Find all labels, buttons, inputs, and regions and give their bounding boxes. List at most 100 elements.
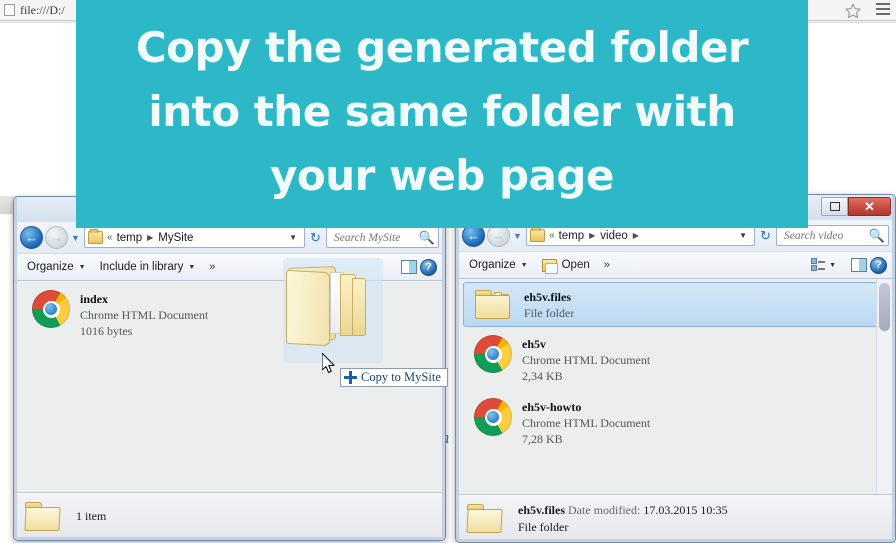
chevron-down-icon[interactable]: ▼: [284, 233, 302, 242]
help-icon[interactable]: ?: [420, 258, 437, 276]
restore-button[interactable]: [821, 197, 848, 216]
refresh-button-right[interactable]: ↻: [755, 228, 776, 244]
restore-icon: [829, 202, 840, 211]
preview-pane-icon[interactable]: [851, 258, 867, 272]
file-size: 1016 bytes: [80, 324, 133, 338]
open-button[interactable]: Open: [535, 257, 597, 274]
include-label: Include in library: [99, 261, 184, 273]
back-arrow-icon: ←: [467, 228, 480, 243]
back-button-left[interactable]: ←: [20, 226, 43, 249]
chrome-document-icon: [32, 290, 70, 328]
folder-icon: [24, 500, 64, 533]
vertical-scrollbar-right[interactable]: [876, 280, 892, 494]
status-date-label: Date modified:: [568, 502, 641, 517]
chevron-down-icon: ▼: [520, 261, 528, 269]
file-type: Chrome HTML Document: [522, 353, 651, 367]
organize-label: Organize: [469, 259, 516, 271]
file-type: Chrome HTML Document: [522, 416, 651, 430]
forward-arrow-icon: →: [50, 230, 63, 245]
search-input-left[interactable]: [334, 231, 419, 244]
back-arrow-icon: ←: [25, 230, 38, 245]
refresh-button-left[interactable]: ↻: [305, 230, 326, 246]
toolbar-right: Organize ▼ Open » ▼ ?: [456, 251, 895, 279]
status-file-type: File folder: [518, 519, 569, 534]
chrome-document-icon: [474, 398, 512, 436]
breadcrumb-bar-left[interactable]: « temp ▶ MySite ▼: [84, 227, 305, 248]
close-button[interactable]: ✕: [848, 197, 891, 216]
breadcrumb-item-temp[interactable]: temp: [559, 230, 585, 242]
chrome-document-icon: [474, 335, 512, 373]
toolbar-overflow-right[interactable]: »: [597, 257, 617, 273]
chevron-down-icon: ▼: [188, 263, 196, 271]
file-type: Chrome HTML Document: [80, 308, 209, 322]
explorer-window-video[interactable]: ✕ ← → ▼ « temp ▶ video ▶ ▼ ↻ 🔍 Organize: [455, 194, 896, 543]
dragged-folder-ghost[interactable]: [283, 258, 383, 363]
copy-to-tooltip: Copy to MySite: [340, 368, 448, 387]
file-type: File folder: [524, 306, 575, 320]
search-input-right[interactable]: [784, 229, 869, 242]
plus-icon: [344, 371, 357, 384]
folder-stack-icon: [474, 288, 514, 321]
breadcrumb-overflow-chevrons[interactable]: «: [549, 230, 555, 241]
chevron-down-icon[interactable]: ▼: [829, 262, 836, 269]
list-item[interactable]: eh5v-howto Chrome HTML Document 7,28 KB: [463, 392, 888, 453]
help-icon[interactable]: ?: [870, 256, 887, 274]
chevron-down-icon[interactable]: ▼: [734, 231, 752, 240]
bookmark-star-icon[interactable]: [844, 2, 862, 19]
search-icon[interactable]: 🔍: [419, 230, 435, 246]
mouse-pointer-icon: [321, 352, 336, 374]
view-mode-icon[interactable]: [811, 258, 826, 272]
open-folder-icon: [541, 258, 558, 274]
status-bar-left: 1 item: [14, 492, 445, 540]
list-item[interactable]: eh5v Chrome HTML Document 2,34 KB: [463, 329, 888, 390]
status-bar-right: eh5v.files Date modified: 17.03.2015 10:…: [456, 494, 895, 542]
organize-button-right[interactable]: Organize ▼: [462, 257, 535, 273]
history-dropdown-right[interactable]: ▼: [511, 231, 524, 241]
search-box-right[interactable]: 🔍: [776, 225, 889, 246]
hamburger-menu-icon[interactable]: [876, 3, 890, 17]
organize-button-left[interactable]: Organize ▼: [20, 259, 93, 275]
toolbar-overflow-left[interactable]: »: [202, 259, 222, 275]
dragged-folder-icon: [286, 261, 380, 355]
include-in-library-button[interactable]: Include in library ▼: [93, 259, 203, 275]
breadcrumb-item-video[interactable]: video: [600, 230, 628, 242]
folder-icon: [530, 227, 545, 242]
open-label: Open: [561, 259, 590, 271]
breadcrumb-item-mysite[interactable]: MySite: [158, 232, 193, 244]
breadcrumb-separator-icon: ▶: [589, 231, 596, 240]
breadcrumb-bar-right[interactable]: « temp ▶ video ▶ ▼: [526, 225, 755, 246]
preview-pane-icon[interactable]: [401, 260, 417, 274]
search-box-left[interactable]: 🔍: [326, 227, 439, 248]
file-size: 7,28 KB: [522, 432, 563, 446]
forward-arrow-icon: →: [492, 228, 505, 243]
file-size: 2,34 KB: [522, 369, 563, 383]
file-name: eh5v.files: [524, 290, 571, 304]
search-icon[interactable]: 🔍: [869, 228, 885, 244]
breadcrumb-separator-icon-2: ▶: [632, 231, 639, 240]
organize-label: Organize: [27, 261, 74, 273]
forward-button-left[interactable]: →: [45, 226, 68, 249]
window-controls-right: ✕: [821, 197, 891, 216]
file-name: eh5v: [522, 337, 546, 351]
callout-line-3: your web page: [270, 150, 614, 200]
folder-icon: [466, 502, 506, 535]
file-list-right[interactable]: eh5v.files File folder eh5v Chrome HTML …: [459, 280, 892, 494]
close-icon: ✕: [864, 198, 875, 214]
breadcrumb-separator-icon: ▶: [147, 233, 154, 242]
address-bar-url[interactable]: file:///D:/: [20, 3, 65, 18]
status-date-value: 17.03.2015 10:35: [643, 502, 728, 517]
scrollbar-thumb[interactable]: [879, 283, 890, 331]
status-file-name: eh5v.files: [518, 502, 565, 517]
callout-line-1: Copy the generated folder: [135, 23, 749, 73]
page-icon: [4, 4, 15, 16]
status-item-count: 1 item: [76, 509, 107, 523]
history-dropdown-left[interactable]: ▼: [69, 233, 82, 243]
callout-line-2: into the same folder with: [148, 87, 736, 137]
file-name: index: [80, 292, 109, 306]
chevron-down-icon: ▼: [78, 263, 86, 271]
breadcrumb-item-temp[interactable]: temp: [117, 232, 143, 244]
list-item-selected[interactable]: eh5v.files File folder: [463, 282, 888, 327]
breadcrumb-overflow-chevrons[interactable]: «: [107, 232, 113, 243]
instruction-callout: Copy the generated folder into the same …: [76, 0, 808, 228]
file-name: eh5v-howto: [522, 400, 582, 414]
